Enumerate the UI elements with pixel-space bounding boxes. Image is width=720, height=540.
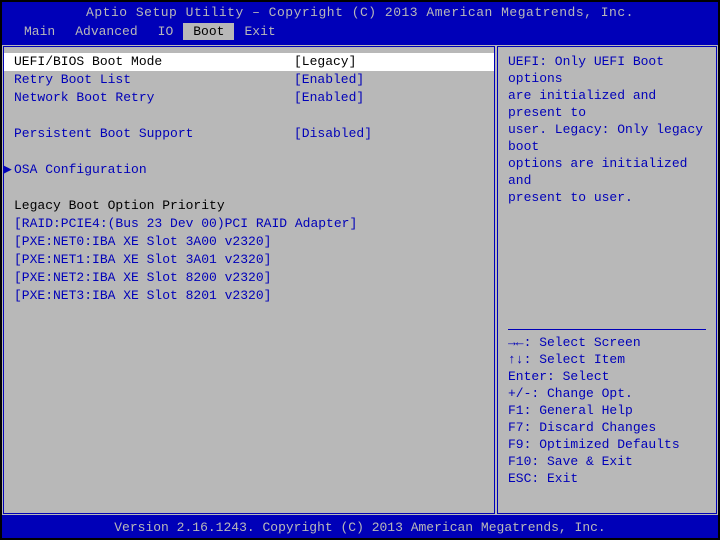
help-key: Enter: Select xyxy=(508,368,706,385)
bios-frame: Aptio Setup Utility – Copyright (C) 2013… xyxy=(0,0,720,540)
setting-label: Persistent Boot Support xyxy=(14,125,294,143)
help-key: F1: General Help xyxy=(508,402,706,419)
help-key: ESC: Exit xyxy=(508,470,706,487)
submenu-arrow-icon: ▶ xyxy=(4,161,12,179)
setting-value: [Legacy] xyxy=(294,53,356,71)
setting-value: [Enabled] xyxy=(294,89,364,107)
tab-advanced[interactable]: Advanced xyxy=(65,23,147,40)
setting-label: UEFI/BIOS Boot Mode xyxy=(14,53,294,71)
help-text: UEFI: Only UEFI Boot options are initial… xyxy=(508,53,706,206)
help-key: +/-: Change Opt. xyxy=(508,385,706,402)
boot-option[interactable]: [RAID:PCIE4:(Bus 23 Dev 00)PCI RAID Adap… xyxy=(14,215,484,233)
footer-bar: Version 2.16.1243. Copyright (C) 2013 Am… xyxy=(2,517,718,538)
menu-bar: Main Advanced IO Boot Exit xyxy=(2,23,718,43)
setting-value: [Enabled] xyxy=(294,71,364,89)
tab-main[interactable]: Main xyxy=(14,23,65,40)
help-line: options are initialized and xyxy=(508,155,706,189)
spacer xyxy=(14,143,484,161)
setting-label: Network Boot Retry xyxy=(14,89,294,107)
submenu-label: OSA Configuration xyxy=(14,162,147,177)
boot-option[interactable]: [PXE:NET1:IBA XE Slot 3A01 v2320] xyxy=(14,251,484,269)
help-line: UEFI: Only UEFI Boot options xyxy=(508,53,706,87)
title-bar: Aptio Setup Utility – Copyright (C) 2013… xyxy=(2,2,718,23)
boot-option[interactable]: [PXE:NET2:IBA XE Slot 8200 v2320] xyxy=(14,269,484,287)
help-line: are initialized and present to xyxy=(508,87,706,121)
help-line: present to user. xyxy=(508,189,706,206)
help-key: →←: Select Screen xyxy=(508,334,706,351)
section-header-legacy-boot: Legacy Boot Option Priority xyxy=(14,197,484,215)
setting-persistent-boot[interactable]: Persistent Boot Support [Disabled] xyxy=(14,125,484,143)
tab-exit[interactable]: Exit xyxy=(234,23,285,40)
tab-boot[interactable]: Boot xyxy=(183,23,234,40)
setting-value: [Disabled] xyxy=(294,125,372,143)
setting-label: Retry Boot List xyxy=(14,71,294,89)
help-key: F7: Discard Changes xyxy=(508,419,706,436)
boot-option[interactable]: [PXE:NET3:IBA XE Slot 8201 v2320] xyxy=(14,287,484,305)
content-area: UEFI/BIOS Boot Mode [Legacy] Retry Boot … xyxy=(2,43,718,517)
spacer xyxy=(14,179,484,197)
divider xyxy=(508,329,706,330)
spacer xyxy=(14,107,484,125)
submenu-osa-configuration[interactable]: ▶ OSA Configuration xyxy=(14,161,484,179)
setting-boot-mode[interactable]: UEFI/BIOS Boot Mode [Legacy] xyxy=(4,53,494,71)
help-keys: →←: Select Screen ↑↓: Select Item Enter:… xyxy=(508,325,706,487)
help-key: F9: Optimized Defaults xyxy=(508,436,706,453)
boot-option[interactable]: [PXE:NET0:IBA XE Slot 3A00 v2320] xyxy=(14,233,484,251)
settings-panel: UEFI/BIOS Boot Mode [Legacy] Retry Boot … xyxy=(3,46,495,514)
help-key: ↑↓: Select Item xyxy=(508,351,706,368)
help-panel: UEFI: Only UEFI Boot options are initial… xyxy=(497,46,717,514)
help-line: user. Legacy: Only legacy boot xyxy=(508,121,706,155)
setting-retry-boot[interactable]: Retry Boot List [Enabled] xyxy=(14,71,484,89)
tab-io[interactable]: IO xyxy=(148,23,184,40)
setting-network-retry[interactable]: Network Boot Retry [Enabled] xyxy=(14,89,484,107)
help-key: F10: Save & Exit xyxy=(508,453,706,470)
